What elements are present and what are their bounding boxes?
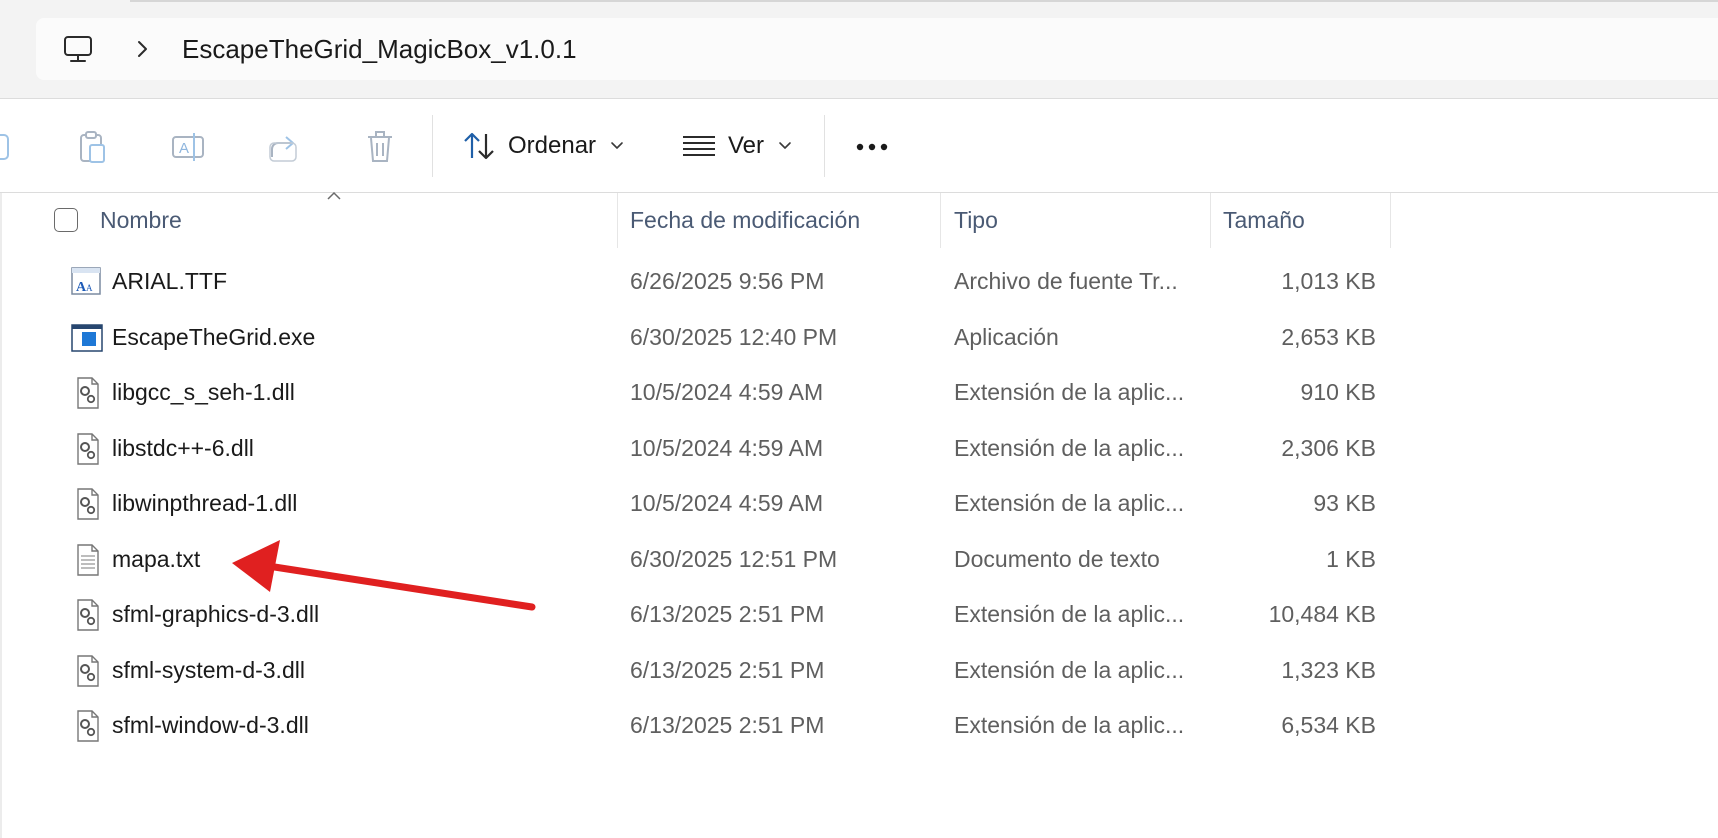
file-type: Extensión de la aplic... <box>954 379 1185 405</box>
file-name[interactable]: libwinpthread-1.dll <box>112 489 297 517</box>
svg-text:A: A <box>179 140 189 157</box>
file-size: 10,484 KB <box>1268 601 1376 627</box>
file-row[interactable]: sfml-system-d-3.dll 6/13/2025 2:51 PM Exte… <box>0 642 1400 698</box>
file-date-modified: 6/13/2025 2:51 PM <box>630 601 825 627</box>
file-date-modified: 6/30/2025 12:40 PM <box>630 323 838 350</box>
view-label: Ver <box>728 132 765 159</box>
file-type: Documento de texto <box>954 545 1160 572</box>
chevron-right-icon[interactable] <box>130 37 154 61</box>
file-name[interactable]: sfml-system-d-3.dll <box>112 656 305 684</box>
file-name[interactable]: ARIAL.TTF <box>112 267 227 295</box>
column-header-size[interactable]: Tamaño <box>1223 207 1305 234</box>
file-row[interactable]: sfml-graphics-d-3.dll 6/13/2025 2:51 PM Ex… <box>0 586 1400 642</box>
file-date-modified: 10/5/2024 4:59 AM <box>630 379 824 405</box>
file-date-modified: 10/5/2024 4:59 AM <box>630 490 824 516</box>
font-file-icon: AA <box>71 267 101 295</box>
dll-file-icon <box>77 432 99 465</box>
file-row[interactable]: libwinpthread-1.dll 10/5/2024 4:59 AM Exte… <box>0 475 1400 531</box>
command-bar: A Ordenar Ver <box>0 99 1718 192</box>
dll-file-icon <box>77 488 99 520</box>
dll-file-icon <box>77 710 99 742</box>
text-file-icon <box>77 543 99 576</box>
file-row[interactable]: sfml-window-d-3.dll 6/13/2025 2:51 PM Exte… <box>0 697 1400 753</box>
more-ellipsis-icon[interactable] <box>848 129 896 165</box>
file-size: 2,306 KB <box>1281 434 1376 461</box>
sort-ascending-caret-icon <box>327 191 341 200</box>
file-date-modified: 6/13/2025 2:51 PM <box>630 712 825 738</box>
application-icon <box>71 323 103 352</box>
column-header-row: Nombre Fecha de modificación Tipo Tamaño <box>0 191 1718 248</box>
address-bar[interactable]: EscapeTheGrid_MagicBox_v1.0.1 <box>36 18 1718 80</box>
file-type: Aplicación <box>954 323 1059 350</box>
sort-label: Ordenar <box>508 132 597 159</box>
window-edge <box>130 0 1718 2</box>
toolbar-divider <box>432 115 433 177</box>
file-name[interactable]: sfml-window-d-3.dll <box>112 711 309 739</box>
column-header-type[interactable]: Tipo <box>954 207 998 234</box>
file-size: 6,534 KB <box>1281 712 1376 738</box>
share-icon[interactable] <box>266 129 302 165</box>
new-item-icon[interactable] <box>0 129 14 165</box>
chevron-down-icon <box>611 142 623 149</box>
sort-arrows-icon <box>464 132 494 160</box>
file-size: 2,653 KB <box>1281 323 1376 350</box>
file-name[interactable]: mapa.txt <box>112 545 200 573</box>
file-date-modified: 6/30/2025 12:51 PM <box>630 545 838 572</box>
file-row[interactable]: libstdc++-6.dll 10/5/2024 4:59 AM Extensió… <box>0 420 1400 476</box>
file-type: Extensión de la aplic... <box>954 434 1185 461</box>
breadcrumb-current-folder[interactable]: EscapeTheGrid_MagicBox_v1.0.1 <box>182 34 577 64</box>
file-name[interactable]: EscapeTheGrid.exe <box>112 323 315 351</box>
file-date-modified: 6/26/2025 9:56 PM <box>630 268 825 294</box>
file-type: Extensión de la aplic... <box>954 601 1185 627</box>
column-divider[interactable] <box>940 193 941 248</box>
file-name[interactable]: libgcc_s_seh-1.dll <box>112 378 295 406</box>
this-pc-monitor-icon[interactable] <box>62 33 94 65</box>
dll-file-icon <box>77 654 99 687</box>
paste-icon[interactable] <box>74 129 110 165</box>
column-header-name[interactable]: Nombre <box>100 207 182 234</box>
file-row[interactable]: libgcc_s_seh-1.dll 10/5/2024 4:59 AM Exten… <box>0 364 1400 420</box>
chevron-down-icon <box>779 142 791 149</box>
file-size: 93 KB <box>1313 490 1376 516</box>
sort-button[interactable]: Ordenar <box>462 123 624 169</box>
column-divider[interactable] <box>1390 193 1391 248</box>
dll-file-icon <box>77 599 99 631</box>
file-name[interactable]: sfml-graphics-d-3.dll <box>112 600 319 628</box>
file-row[interactable]: mapa.txt 6/30/2025 12:51 PM Documento de t… <box>0 531 1400 587</box>
file-size: 1,323 KB <box>1281 656 1376 683</box>
dll-file-icon <box>77 377 99 409</box>
file-type: Extensión de la aplic... <box>954 656 1185 683</box>
delete-icon[interactable] <box>362 129 398 165</box>
title-area: EscapeTheGrid_MagicBox_v1.0.1 <box>0 0 1718 98</box>
select-all-checkbox[interactable] <box>54 208 78 232</box>
file-row[interactable]: EscapeTheGrid.exe 6/30/2025 12:40 PM Aplic… <box>0 309 1400 365</box>
svg-text:A: A <box>86 283 93 293</box>
file-size: 910 KB <box>1300 379 1376 405</box>
file-row[interactable]: A A ARIAL.TTF 6/26/2025 9:56 PM Archivo de f… <box>0 253 1400 309</box>
file-size: 1,013 KB <box>1281 268 1376 294</box>
column-header-date[interactable]: Fecha de modificación <box>630 207 860 234</box>
file-date-modified: 6/13/2025 2:51 PM <box>630 656 825 683</box>
file-type: Extensión de la aplic... <box>954 490 1185 516</box>
file-type: Extensión de la aplic... <box>954 712 1185 738</box>
column-divider[interactable] <box>1210 193 1211 248</box>
toolbar-divider <box>824 115 825 177</box>
file-date-modified: 10/5/2024 4:59 AM <box>630 434 824 461</box>
file-size: 1 KB <box>1326 545 1376 572</box>
file-type: Archivo de fuente Tr... <box>954 268 1178 294</box>
rename-icon[interactable]: A <box>170 129 206 165</box>
file-name[interactable]: libstdc++-6.dll <box>112 434 254 462</box>
column-divider[interactable] <box>617 193 618 248</box>
list-view-icon <box>683 136 715 156</box>
view-button[interactable]: Ver <box>682 123 792 169</box>
